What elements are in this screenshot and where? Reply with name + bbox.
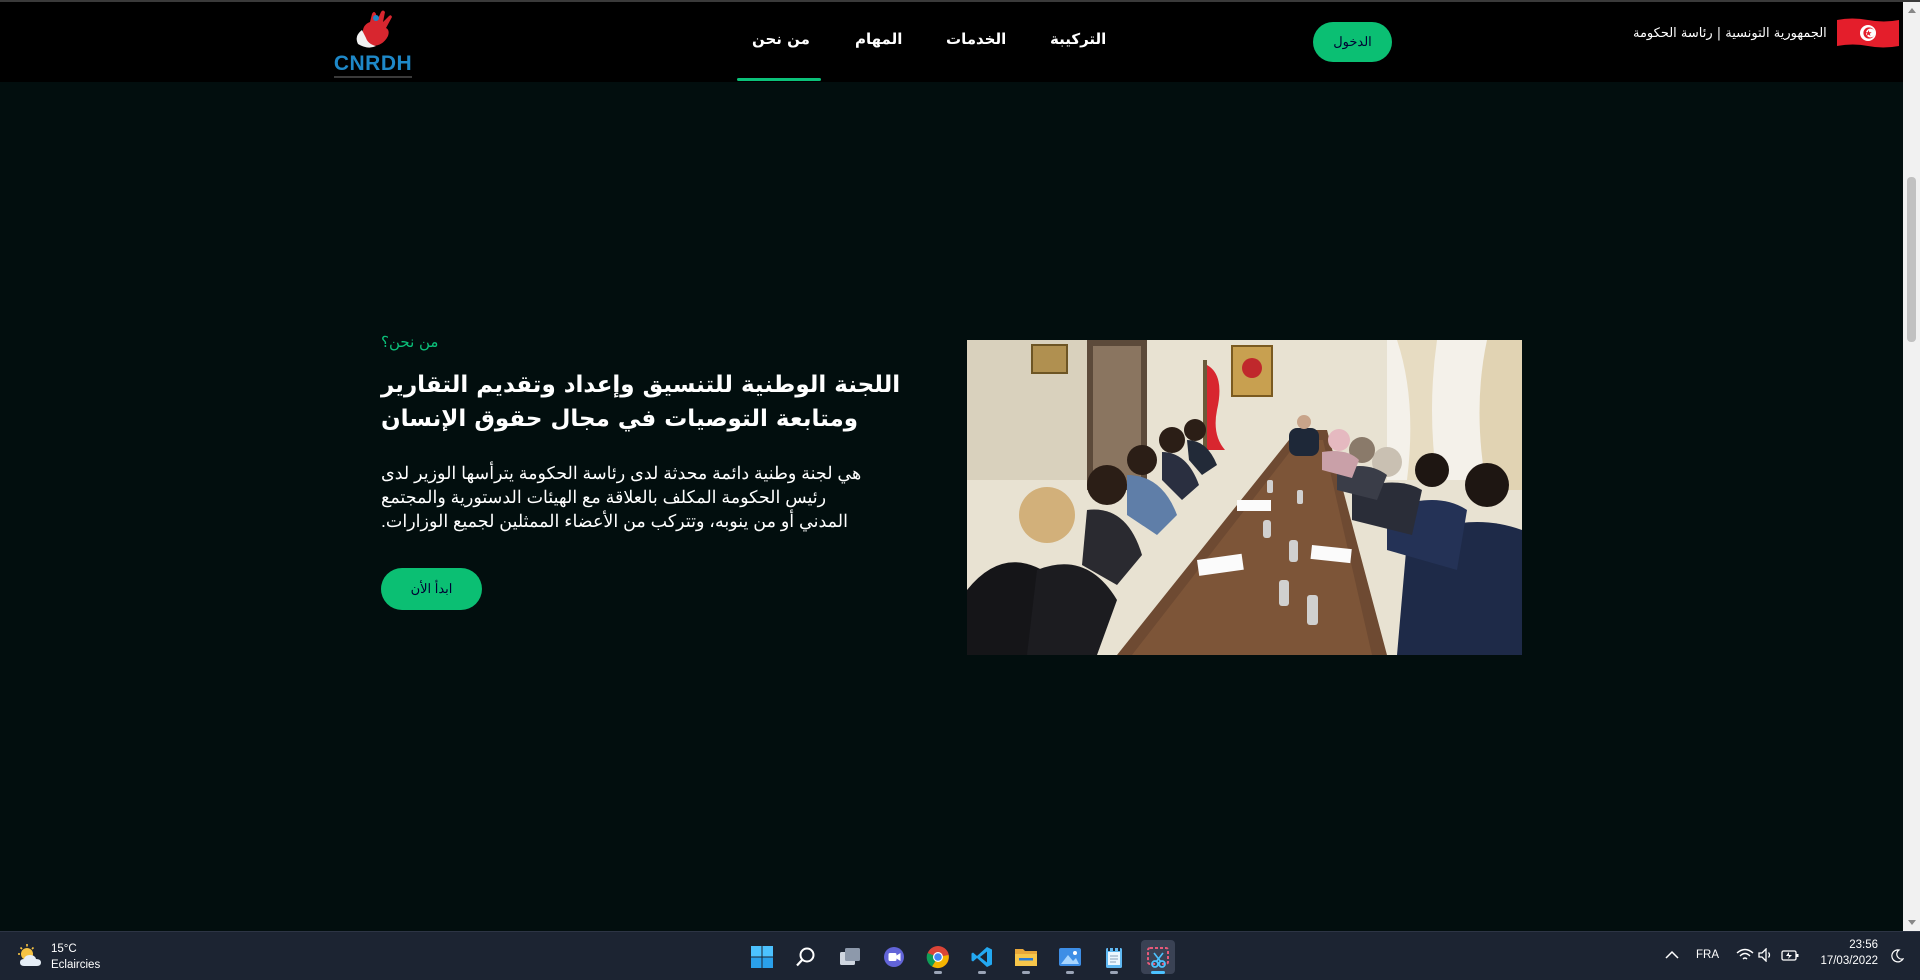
photos-icon[interactable] xyxy=(1053,940,1087,974)
vscode-icon[interactable] xyxy=(965,940,999,974)
wifi-icon[interactable] xyxy=(1736,948,1754,962)
notifications-moon-icon[interactable] xyxy=(1890,949,1904,963)
nav-item-services[interactable]: الخدمات xyxy=(946,30,1006,48)
section-subtitle: من نحن؟ xyxy=(381,333,439,351)
committee-meeting-photo xyxy=(967,340,1522,655)
government-label[interactable]: الجمهورية التونسية | رئاسة الحكومة xyxy=(1633,26,1827,41)
scroll-down-icon[interactable] xyxy=(1908,920,1916,925)
page-scrollbar[interactable] xyxy=(1903,2,1920,931)
running-indicator xyxy=(1110,971,1118,974)
nav-active-indicator xyxy=(737,78,821,81)
hand-logo-icon xyxy=(356,10,392,48)
start-button-icon[interactable] xyxy=(745,940,779,974)
battery-icon[interactable] xyxy=(1781,948,1799,962)
logo-text: CNRDH xyxy=(333,52,413,75)
active-indicator xyxy=(1151,971,1165,974)
start-button[interactable]: ابدأ الأن xyxy=(381,568,482,610)
section-description: هي لجنة وطنية دائمة محدثة لدى رئاسة الحك… xyxy=(381,463,862,531)
weather-description: Eclaircies xyxy=(51,959,101,971)
site-logo[interactable]: CNRDH xyxy=(328,8,418,84)
running-indicator xyxy=(1066,971,1074,974)
section-headline: اللجنة الوطنية للتنسيق وإعداد وتقديم الت… xyxy=(381,372,901,432)
chevron-up-icon[interactable] xyxy=(1665,950,1679,960)
login-button[interactable]: الدخول xyxy=(1313,22,1392,62)
volume-icon[interactable] xyxy=(1758,948,1774,962)
running-indicator xyxy=(1022,971,1030,974)
scroll-up-icon[interactable] xyxy=(1908,8,1916,13)
nav-item-composition[interactable]: التركيبة xyxy=(1050,30,1106,48)
search-icon[interactable] xyxy=(789,940,823,974)
site-header: CNRDH من نحن المهام الخدمات التركيبة الد… xyxy=(0,2,1903,82)
task-view-icon[interactable] xyxy=(833,940,867,974)
weather-temperature: 15°C xyxy=(51,943,77,955)
notepad-icon[interactable] xyxy=(1097,940,1131,974)
partly-cloudy-icon xyxy=(18,944,41,966)
language-indicator[interactable]: FRA xyxy=(1696,949,1719,961)
chat-icon[interactable] xyxy=(877,940,911,974)
nav-item-missions[interactable]: المهام xyxy=(855,30,902,48)
running-indicator xyxy=(934,971,942,974)
snipping-tool-icon[interactable] xyxy=(1141,940,1175,974)
clock-time[interactable]: 23:56 xyxy=(1814,939,1878,951)
weather-widget[interactable]: 15°C Eclaircies xyxy=(16,940,146,974)
clock-date[interactable]: 17/03/2022 xyxy=(1814,955,1878,967)
tunisia-flag-icon xyxy=(1837,18,1899,48)
running-indicator xyxy=(978,971,986,974)
logo-tagline xyxy=(334,76,412,78)
file-explorer-icon[interactable] xyxy=(1009,940,1043,974)
nav-item-about[interactable]: من نحن xyxy=(752,30,810,48)
scroll-thumb[interactable] xyxy=(1907,177,1916,342)
chrome-icon[interactable] xyxy=(921,940,955,974)
windows-taskbar: 15°C Eclaircies FRA 23:56 17/03/2022 xyxy=(0,931,1920,980)
